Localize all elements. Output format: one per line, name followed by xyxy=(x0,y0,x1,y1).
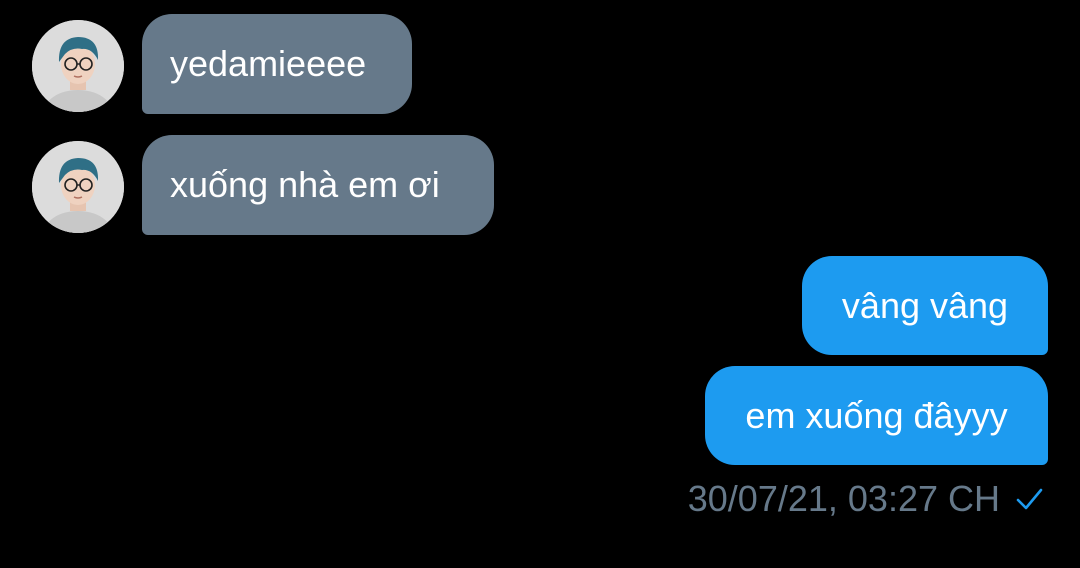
message-text: vâng vâng xyxy=(841,284,1009,326)
incoming-message-bubble[interactable]: xuống nhà em ơi xyxy=(142,135,494,235)
outgoing-message-bubble[interactable]: vâng vâng xyxy=(802,256,1048,355)
sender-avatar[interactable] xyxy=(32,20,124,112)
sender-avatar[interactable] xyxy=(32,141,124,233)
incoming-message-bubble[interactable]: yedamieeee xyxy=(142,14,412,114)
dm-conversation-view: yedamieeee xuống nhà em ơi vâng vâng em … xyxy=(0,0,1080,568)
message-text: yedamieeee xyxy=(170,43,367,84)
avatar-photo-icon xyxy=(32,20,124,112)
message-meta: 30/07/21, 03:27 CH xyxy=(688,478,1044,520)
message-text: em xuống đâyyy xyxy=(745,394,1008,436)
avatar-photo-icon xyxy=(32,141,124,233)
outgoing-message-bubble[interactable]: em xuống đâyyy xyxy=(705,366,1048,465)
message-timestamp: 30/07/21, 03:27 CH xyxy=(687,478,1000,519)
message-text: xuống nhà em ơi xyxy=(170,164,440,205)
check-icon xyxy=(1014,484,1044,514)
